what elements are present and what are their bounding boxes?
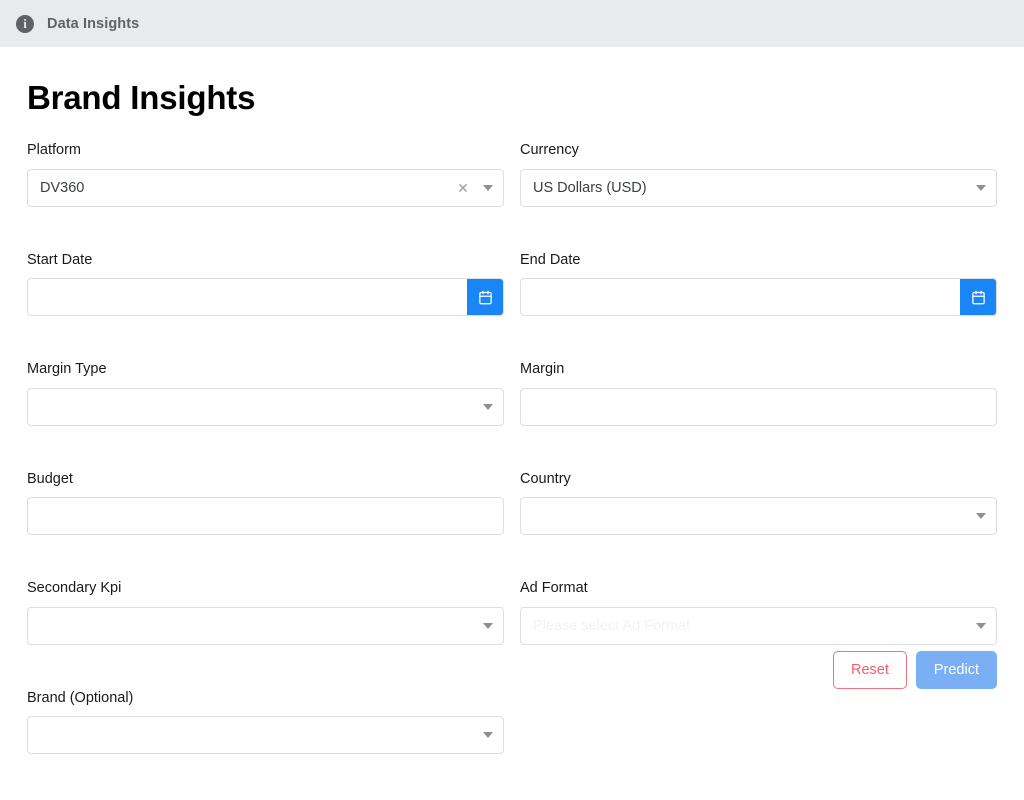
label-country: Country <box>520 470 571 487</box>
field-margin-type: Margin Type <box>27 362 504 426</box>
label-currency: Currency <box>520 142 579 158</box>
predict-button[interactable]: Predict <box>915 651 997 689</box>
input-margin[interactable] <box>520 387 997 426</box>
select-currency[interactable]: US Dollars (USD) <box>520 168 997 207</box>
label-secondary-kpi: Secondary Kpi <box>27 580 122 596</box>
clear-icon-platform[interactable]: ✕ <box>453 181 473 195</box>
field-country: Country <box>520 470 997 535</box>
label-start-date: Start Date <box>27 251 93 268</box>
chevron-down-icon-ad-format[interactable] <box>966 623 996 629</box>
label-margin-type: Margin Type <box>27 361 107 377</box>
select-secondary-kpi[interactable] <box>27 606 504 645</box>
chevron-down-icon-margin-type[interactable] <box>473 404 503 410</box>
field-end-date: End Date <box>520 251 997 316</box>
brand-insights-form: Platform DV360 ✕ Currency US Dollars (USD) St… <box>27 143 997 800</box>
value-currency: US Dollars (USD) <box>533 179 647 196</box>
label-end-date: End Date <box>520 251 581 268</box>
row-spacer <box>27 207 997 253</box>
app-header: i Data Insights <box>0 0 1024 47</box>
select-margin-type[interactable] <box>27 387 504 426</box>
field-margin: Margin <box>520 362 997 426</box>
input-end-date[interactable] <box>520 278 997 316</box>
select-brand-optional[interactable] <box>27 716 504 754</box>
value-platform: DV360 <box>40 179 85 196</box>
chevron-down-icon-brand-optional[interactable] <box>473 732 503 738</box>
chevron-down-icon-country[interactable] <box>966 513 996 519</box>
row-spacer <box>27 754 997 800</box>
chevron-down-icon-currency[interactable] <box>966 185 996 191</box>
value-ad-format: Please select Ad Format <box>533 617 691 634</box>
field-ad-format: Ad Format Please select Ad Format <box>520 581 997 645</box>
row-spacer <box>27 535 997 581</box>
row-spacer <box>27 426 997 472</box>
page-content: Brand Insights Platform DV360 ✕ Currency US … <box>0 47 1024 754</box>
select-platform[interactable]: DV360 ✕ <box>27 168 504 207</box>
calendar-icon-end-date[interactable] <box>960 279 996 315</box>
field-budget: Budget <box>27 470 504 535</box>
reset-button[interactable]: Reset <box>832 651 907 689</box>
field-brand-optional: Brand (Optional) <box>27 689 504 754</box>
form-actions: Reset Predict <box>832 651 997 689</box>
page-title: Brand Insights <box>27 79 256 116</box>
select-country[interactable] <box>520 497 997 535</box>
input-budget[interactable] <box>27 497 504 535</box>
input-start-date[interactable] <box>27 278 504 316</box>
label-margin: Margin <box>520 361 565 377</box>
field-secondary-kpi: Secondary Kpi <box>27 581 504 645</box>
label-budget: Budget <box>27 470 73 487</box>
row-spacer <box>27 316 997 362</box>
field-platform: Platform DV360 ✕ <box>27 143 504 207</box>
app-title: Data Insights <box>47 15 140 32</box>
field-start-date: Start Date <box>27 251 504 316</box>
label-brand-optional: Brand (Optional) <box>27 689 134 706</box>
field-currency: Currency US Dollars (USD) <box>520 143 997 207</box>
chevron-down-icon-secondary-kpi[interactable] <box>473 623 503 629</box>
chevron-down-icon-platform[interactable] <box>473 185 503 191</box>
label-ad-format: Ad Format <box>520 580 588 596</box>
label-platform: Platform <box>27 142 81 158</box>
calendar-icon-start-date[interactable] <box>467 279 503 315</box>
select-ad-format[interactable]: Please select Ad Format <box>520 606 997 645</box>
info-icon: i <box>16 14 34 33</box>
